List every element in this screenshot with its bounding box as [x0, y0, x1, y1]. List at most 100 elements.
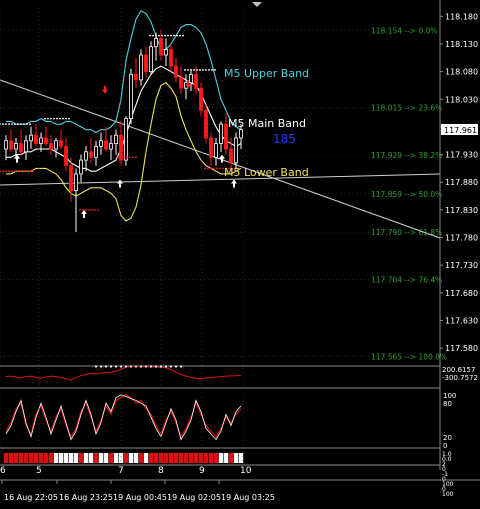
candle-body — [14, 143, 18, 150]
cci-signal-dot — [104, 365, 108, 368]
cci-signal-dot — [134, 365, 138, 368]
level-dot — [97, 208, 99, 211]
level-dot — [50, 117, 52, 120]
cci-panel: 200.6157-300.7572 — [0, 365, 478, 389]
price-tick-label: 117.780 — [445, 234, 478, 243]
cci-signal-dot — [119, 365, 123, 368]
candle-body — [39, 137, 43, 144]
level-dot — [29, 170, 31, 173]
scroll-marker-icon[interactable] — [252, 2, 262, 7]
level-dot — [65, 117, 67, 120]
histogram-bar — [133, 453, 139, 463]
histogram-bar — [73, 453, 79, 463]
histogram-bar — [143, 453, 149, 463]
level-dot — [14, 123, 16, 126]
histogram-bar — [158, 453, 164, 463]
candle-body — [109, 143, 113, 150]
candle-body — [79, 159, 83, 175]
level-dot — [210, 167, 212, 170]
histogram-bar — [208, 453, 214, 463]
level-dot — [205, 69, 207, 71]
level-dot — [59, 117, 61, 120]
level-dot — [2, 170, 4, 173]
fib-level-label: 117.565 --> 100.0% — [371, 352, 447, 361]
bar-counter: 185 — [273, 132, 296, 146]
level-dot — [79, 208, 81, 211]
histogram-bar — [128, 453, 134, 463]
level-dot — [5, 123, 7, 126]
fib-level-label: 117.790 --> 61.8% — [371, 228, 442, 237]
cci-signal-dot — [99, 365, 103, 368]
level-dot — [17, 123, 19, 126]
histogram-bar — [173, 453, 179, 463]
level-dot — [20, 170, 22, 173]
candle-body — [34, 134, 38, 144]
histogram-bar — [13, 453, 19, 463]
buy-arrow-icon — [117, 179, 123, 188]
price-tick-label: 117.680 — [445, 289, 478, 298]
histogram-bar — [63, 453, 69, 463]
upper-band-label: M5 Upper Band — [224, 67, 309, 80]
candle-body — [59, 140, 63, 147]
histogram-bar — [233, 453, 239, 463]
price-tick-label: 117.830 — [445, 206, 478, 215]
cci-signal-dot — [124, 365, 128, 368]
histogram-bar — [138, 453, 144, 463]
histogram-bar — [213, 453, 219, 463]
level-dot — [17, 170, 19, 173]
buy-arrow-icon — [81, 209, 87, 218]
candle-body — [189, 73, 193, 84]
cci-signal-dot — [169, 365, 173, 368]
level-dot — [123, 156, 125, 159]
histogram-bar — [103, 453, 109, 463]
candle-body — [84, 151, 88, 161]
candle-body — [149, 46, 153, 73]
candle-body — [169, 49, 173, 67]
level-dot — [11, 170, 13, 173]
stochastic-panel: 10080 200 — [0, 392, 456, 450]
histogram-bar — [18, 453, 24, 463]
candle-body — [179, 76, 183, 89]
cci-signal-dot — [114, 365, 118, 368]
candle-body — [229, 148, 233, 164]
histogram-bar — [118, 453, 124, 463]
level-dot — [26, 170, 28, 173]
candle-body — [99, 140, 103, 147]
level-dot — [23, 170, 25, 173]
histogram-bar — [58, 453, 64, 463]
candle-body — [9, 140, 13, 150]
candle-body — [204, 109, 208, 139]
candle-body — [144, 54, 148, 73]
level-dot — [179, 34, 181, 37]
level-dot — [91, 208, 93, 211]
level-dot — [117, 156, 119, 159]
level-dot — [20, 123, 22, 126]
candle-body — [114, 134, 118, 144]
price-tick-label: 117.930 — [445, 151, 478, 160]
level-dot — [158, 34, 160, 37]
histogram-bar — [168, 453, 174, 463]
histogram-bar — [148, 453, 154, 463]
level-dot — [68, 117, 70, 120]
main-band-label: M5 Main Band — [228, 117, 306, 130]
fib-level-label: 117.704 --> 76.4% — [371, 276, 442, 285]
level-dot — [5, 170, 7, 173]
cci-signal-dot — [139, 365, 143, 368]
session-marker-label: 5 — [36, 466, 42, 476]
histogram-bar — [108, 453, 114, 463]
cci-signal-dot — [149, 365, 153, 368]
candle-body — [239, 129, 243, 139]
cci-signal-dot — [129, 365, 133, 368]
trading-chart[interactable]: 118.154 --> 0.0% 118.015 --> 23.6% 117.929… — [0, 0, 480, 505]
candle-body — [94, 145, 98, 158]
candle-body — [194, 73, 198, 89]
level-dot — [152, 34, 154, 37]
level-dot — [62, 117, 64, 120]
price-tick-label: 117.880 — [445, 178, 478, 187]
cci-signal-dot — [94, 365, 98, 368]
price-tick-label: 117.630 — [445, 317, 478, 326]
time-tick-label: 16 Aug 22:05 — [4, 493, 58, 502]
candle-body — [19, 143, 23, 153]
candle-body — [24, 140, 28, 153]
level-dot — [207, 167, 209, 170]
